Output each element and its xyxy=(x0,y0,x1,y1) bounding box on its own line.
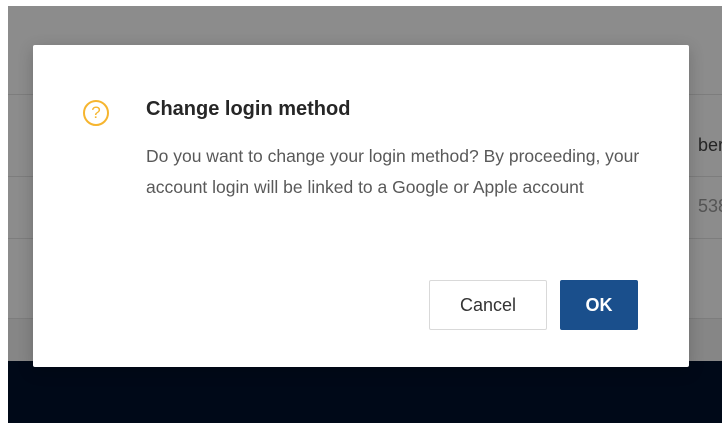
dialog-title: Change login method xyxy=(146,98,351,120)
ok-button[interactable]: OK xyxy=(560,280,638,330)
dialog-message: Do you want to change your login method?… xyxy=(146,146,640,197)
cancel-button[interactable]: Cancel xyxy=(429,280,547,330)
screen: berl 538 ? Change login method Do you wa… xyxy=(0,0,722,423)
question-circle-icon: ? xyxy=(83,100,109,126)
confirm-dialog: ? Change login method Do you want to cha… xyxy=(33,45,689,367)
